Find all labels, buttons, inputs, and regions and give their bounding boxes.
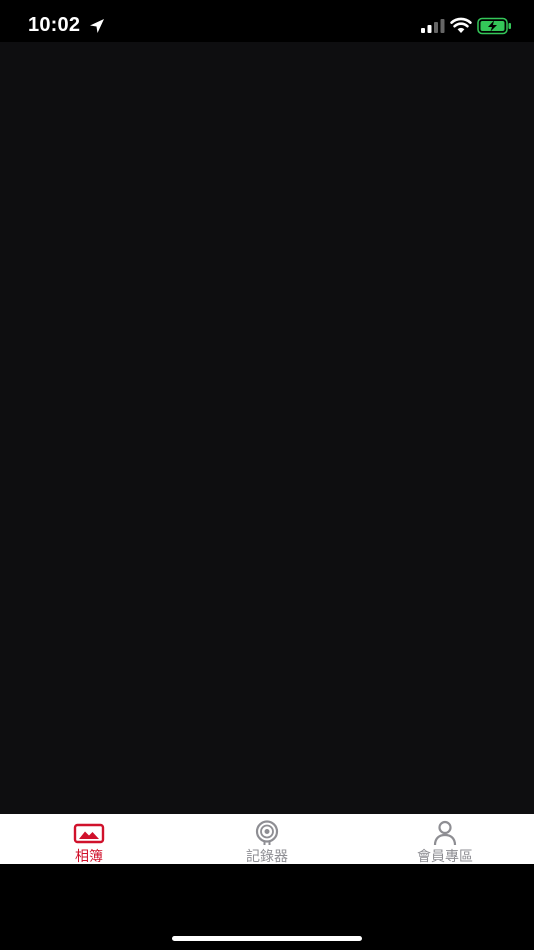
member-profile-icon bbox=[433, 820, 457, 846]
tab-member-area[interactable]: 會員專區 bbox=[356, 814, 534, 865]
cellular-signal-icon bbox=[421, 19, 445, 33]
location-arrow-icon bbox=[90, 19, 104, 33]
wifi-icon bbox=[450, 17, 472, 33]
tab-member-area-label: 會員專區 bbox=[417, 849, 473, 865]
tab-album[interactable]: 相簿 bbox=[0, 814, 178, 865]
tab-recorder[interactable]: 記錄器 bbox=[178, 814, 356, 865]
main-content-area bbox=[0, 42, 534, 814]
photo-album-icon bbox=[73, 823, 105, 844]
home-indicator[interactable] bbox=[172, 936, 362, 941]
status-bar: 10:02 bbox=[0, 0, 534, 42]
battery-charging-icon bbox=[477, 17, 511, 35]
tab-bar: 相簿 記錄器 會員專區 bbox=[0, 814, 534, 865]
tab-album-label: 相簿 bbox=[75, 849, 103, 865]
app-screen: 10:02 相簿 記錄器 會員專區 bbox=[0, 0, 534, 950]
tab-recorder-label: 記錄器 bbox=[246, 849, 288, 865]
dashcam-icon bbox=[255, 820, 279, 845]
status-time: 10:02 bbox=[28, 14, 81, 36]
